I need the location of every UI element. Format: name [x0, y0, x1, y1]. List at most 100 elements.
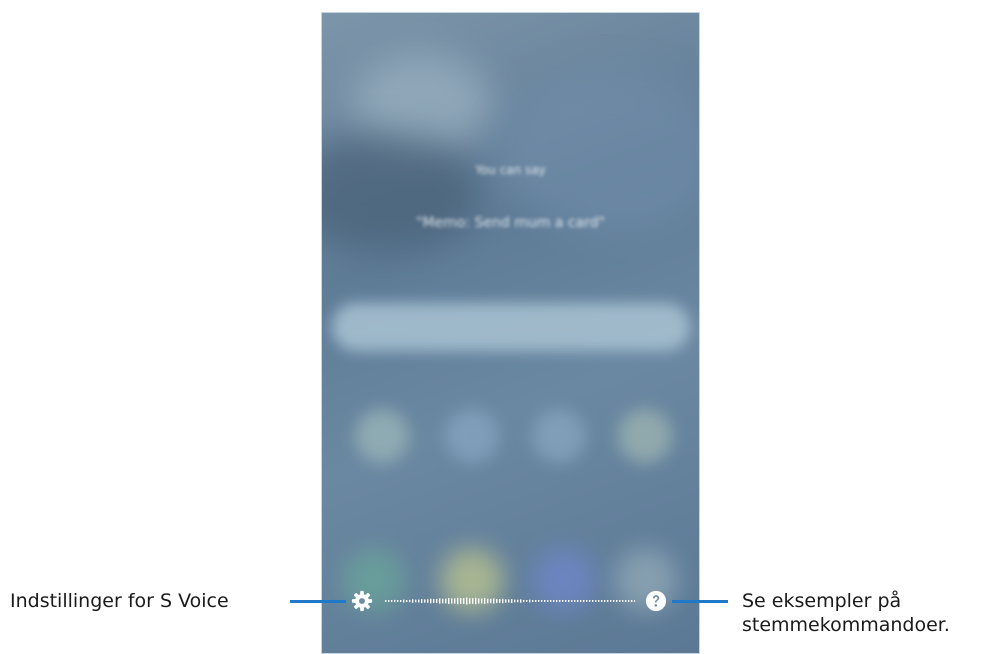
waveform-bar: [439, 598, 441, 604]
manual-figure: You can say "Memo: Send mum a card" Inds…: [0, 0, 1008, 654]
waveform-bar: [466, 597, 468, 605]
waveform-bar: [409, 599, 411, 603]
waveform-bar: [583, 600, 585, 602]
waveform-bar: [580, 600, 582, 602]
waveform-bar: [508, 599, 510, 603]
waveform-bar: [451, 598, 453, 604]
waveform-bar: [394, 599, 396, 603]
voice-hint-title: You can say: [475, 163, 546, 177]
waveform-bar: [421, 598, 423, 604]
waveform-bar: [523, 599, 525, 603]
waveform-bar: [454, 598, 456, 604]
waveform-bar: [598, 600, 600, 602]
shortcut-circle: [618, 409, 672, 463]
waveform-bar: [604, 600, 606, 602]
waveform-bar: [463, 598, 465, 604]
waveform-bar: [517, 599, 519, 603]
waveform-bar: [445, 598, 447, 604]
waveform-bar: [442, 598, 444, 604]
waveform-bar: [427, 599, 429, 603]
waveform-bar: [619, 600, 621, 602]
callout-help-label-line-1: Se eksempler på: [742, 590, 902, 612]
waveform-bar: [607, 600, 609, 602]
waveform-bar: [436, 598, 438, 604]
shortcut-circle: [355, 409, 409, 463]
phone-screen: You can say "Memo: Send mum a card": [321, 12, 700, 654]
waveform-bar: [481, 598, 483, 604]
voice-level-waveform: [385, 597, 635, 605]
waveform-bar: [586, 600, 588, 602]
voice-hint-example: "Memo: Send mum a card": [416, 215, 605, 231]
waveform-bar: [628, 600, 630, 602]
voice-input-bar: [332, 303, 690, 351]
waveform-bar: [406, 599, 408, 603]
callout-settings-label: Indstillinger for S Voice: [10, 590, 229, 612]
waveform-bar: [400, 600, 402, 602]
background-blur: [502, 73, 699, 233]
waveform-bar: [625, 600, 627, 602]
waveform-bar: [529, 599, 531, 603]
waveform-bar: [538, 600, 540, 602]
waveform-bar: [430, 598, 432, 604]
waveform-bar: [574, 600, 576, 602]
waveform-bar: [457, 597, 459, 605]
waveform-bar: [478, 598, 480, 604]
gear-icon[interactable]: [351, 590, 373, 612]
waveform-bar: [634, 600, 635, 602]
question-circle-icon[interactable]: [645, 590, 667, 612]
waveform-bar: [493, 598, 495, 604]
waveform-bar: [565, 600, 567, 602]
waveform-bar: [415, 599, 417, 603]
waveform-bar: [616, 600, 618, 602]
waveform-bar: [592, 600, 594, 602]
callout-line-settings: [290, 600, 346, 603]
waveform-bar: [418, 599, 420, 603]
waveform-bar: [412, 599, 414, 603]
waveform-bar: [622, 600, 624, 602]
waveform-bar: [577, 600, 579, 602]
waveform-bar: [631, 600, 633, 602]
waveform-bar: [568, 600, 570, 602]
waveform-bar: [562, 600, 564, 602]
waveform-bar: [511, 599, 513, 603]
waveform-bar: [469, 598, 471, 604]
waveform-bar: [433, 599, 435, 603]
waveform-bar: [487, 598, 489, 604]
waveform-bar: [490, 598, 492, 604]
waveform-bar: [391, 600, 393, 602]
waveform-bar: [556, 600, 558, 602]
waveform-bar: [520, 599, 522, 603]
waveform-bar: [472, 598, 474, 604]
waveform-bar: [514, 599, 516, 603]
waveform-bar: [448, 598, 450, 604]
waveform-bar: [475, 597, 477, 605]
waveform-bar: [601, 600, 603, 602]
waveform-bar: [502, 598, 504, 604]
shortcut-circle: [532, 409, 586, 463]
waveform-bar: [613, 600, 615, 602]
background-blur: [322, 133, 482, 253]
waveform-bar: [496, 599, 498, 603]
waveform-bar: [589, 600, 591, 602]
waveform-bar: [505, 599, 507, 603]
waveform-bar: [559, 600, 561, 602]
waveform-bar: [541, 600, 543, 602]
waveform-bar: [535, 600, 537, 602]
waveform-bar: [553, 600, 555, 602]
waveform-bar: [526, 600, 528, 602]
waveform-bar: [595, 600, 597, 602]
callout-help-label-line-2: stemmekommandoer.: [742, 614, 950, 636]
waveform-bar: [571, 600, 573, 602]
waveform-bar: [397, 600, 399, 602]
waveform-bar: [484, 598, 486, 604]
callout-line-help: [672, 600, 728, 603]
waveform-bar: [388, 600, 390, 602]
waveform-bar: [424, 599, 426, 603]
waveform-bar: [550, 600, 552, 602]
waveform-bar: [403, 599, 405, 603]
waveform-bar: [385, 600, 387, 602]
waveform-bar: [460, 598, 462, 604]
waveform-bar: [610, 600, 612, 602]
shortcut-circle: [445, 409, 499, 463]
waveform-bar: [532, 600, 534, 602]
